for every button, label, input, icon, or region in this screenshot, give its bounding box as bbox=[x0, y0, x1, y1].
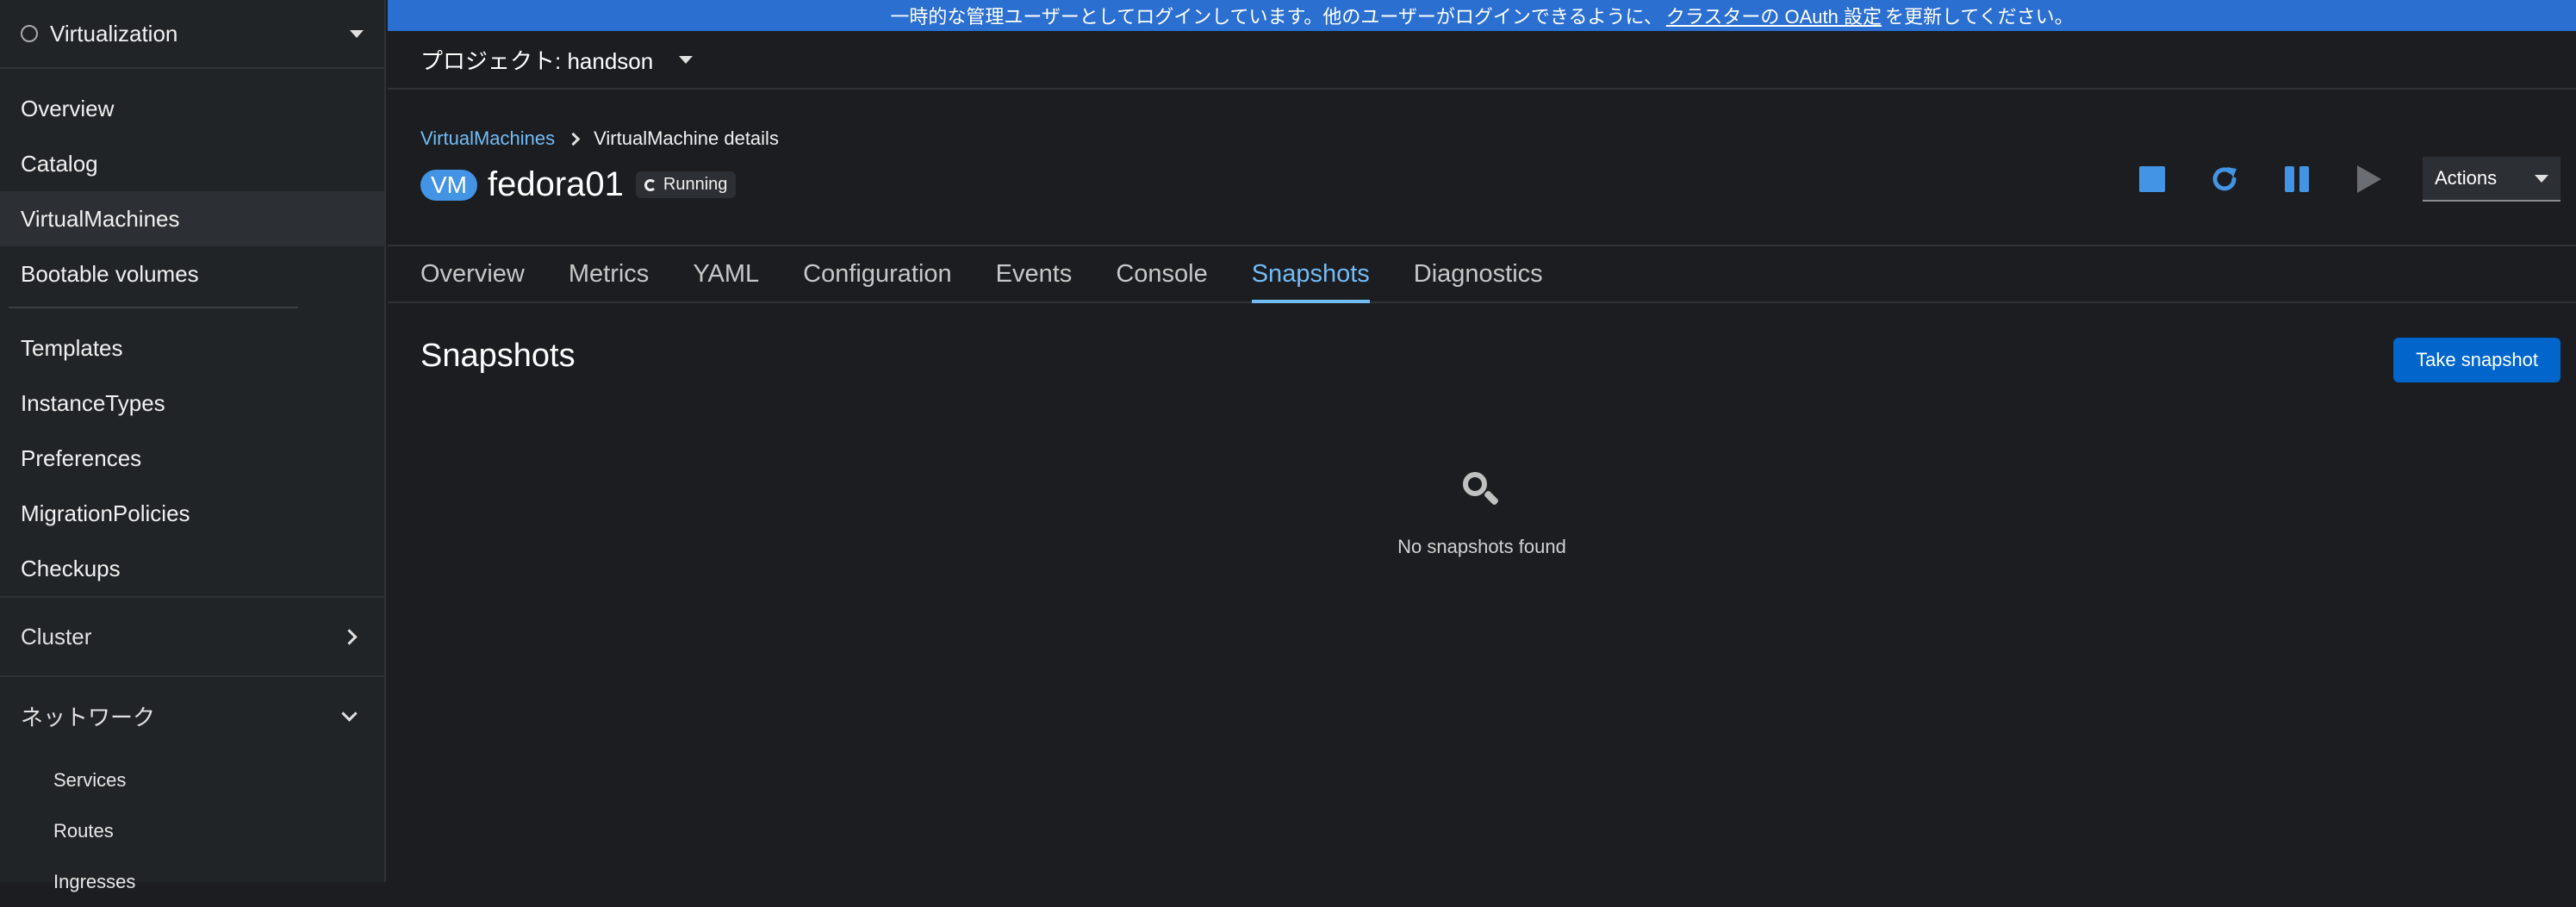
caret-down-icon bbox=[2535, 174, 2548, 183]
sidebar-item-bootable-volumes[interactable]: Bootable volumes bbox=[0, 246, 384, 301]
chevron-right-icon bbox=[341, 628, 358, 645]
sidebar-item-routes[interactable]: Routes bbox=[0, 805, 384, 856]
page-title-row: VM fedora01 Running bbox=[420, 165, 737, 204]
detail-tabs: Overview Metrics YAML Configuration Even… bbox=[388, 246, 2576, 303]
vm-action-toolbar: Actions bbox=[2116, 152, 2576, 207]
tab-diagnostics[interactable]: Diagnostics bbox=[1414, 246, 1543, 301]
section-label: Cluster bbox=[21, 623, 92, 649]
pause-icon bbox=[2285, 166, 2309, 192]
caret-down-icon bbox=[350, 29, 364, 38]
restart-button[interactable] bbox=[2188, 152, 2261, 207]
sidebar-section-cluster[interactable]: Cluster bbox=[0, 596, 384, 675]
empty-state-text: No snapshots found bbox=[1397, 536, 1566, 557]
banner-text-end: を更新してください。 bbox=[1884, 6, 2074, 28]
stop-icon bbox=[2139, 166, 2165, 192]
sidebar-item-label: Bootable volumes bbox=[21, 260, 199, 287]
sync-icon bbox=[644, 178, 656, 191]
start-button[interactable] bbox=[2333, 152, 2405, 207]
tab-yaml[interactable]: YAML bbox=[693, 246, 759, 301]
sidebar-item-templates[interactable]: Templates bbox=[0, 320, 384, 376]
sidebar-item-preferences[interactable]: Preferences bbox=[0, 431, 384, 486]
breadcrumb-link-virtualmachines[interactable]: VirtualMachines bbox=[420, 127, 555, 150]
perspective-switcher[interactable]: Virtualization bbox=[0, 0, 384, 69]
caret-down-icon bbox=[679, 55, 694, 64]
chevron-down-icon bbox=[341, 705, 358, 722]
sidebar-item-migrationpolicies[interactable]: MigrationPolicies bbox=[0, 486, 384, 541]
chevron-right-icon bbox=[566, 132, 581, 146]
banner-oauth-link[interactable]: クラスターの OAuth 設定 bbox=[1666, 2, 1882, 29]
take-snapshot-button[interactable]: Take snapshot bbox=[2393, 338, 2560, 382]
cluster-banner: 一時的な管理ユーザーとしてログインしています。他のユーザーがログインできるように… bbox=[388, 0, 2576, 31]
perspective-icon bbox=[21, 25, 38, 42]
pause-button[interactable] bbox=[2261, 152, 2333, 207]
sidebar-item-instancetypes[interactable]: InstanceTypes bbox=[0, 376, 384, 431]
sidebar-item-label: Templates bbox=[21, 334, 123, 361]
section-label: ネットワーク bbox=[21, 704, 156, 730]
sidebar-item-virtualmachines[interactable]: VirtualMachines bbox=[0, 191, 384, 246]
tab-metrics[interactable]: Metrics bbox=[569, 246, 649, 301]
section-title: Snapshots bbox=[420, 338, 576, 374]
sidebar-item-catalog[interactable]: Catalog bbox=[0, 136, 384, 191]
sidebar-item-overview[interactable]: Overview bbox=[0, 81, 384, 136]
tab-console[interactable]: Console bbox=[1116, 246, 1207, 301]
sidebar-item-label: VirtualMachines bbox=[21, 205, 180, 232]
sidebar-item-services[interactable]: Services bbox=[0, 755, 384, 805]
banner-text: 一時的な管理ユーザーとしてログインしています。他のユーザーがログインできるように… bbox=[890, 6, 1663, 28]
breadcrumb: VirtualMachines VirtualMachine details bbox=[420, 127, 779, 150]
sidebar-item-label: Routes bbox=[53, 819, 114, 842]
page-title: fedora01 bbox=[488, 165, 624, 203]
actions-dropdown[interactable]: Actions bbox=[2423, 157, 2560, 202]
sidebar-item-label: MigrationPolicies bbox=[21, 500, 190, 526]
snapshots-panel: Snapshots Take snapshot No snapshots fou… bbox=[388, 303, 2576, 880]
project-label: プロジェクト: handson bbox=[420, 47, 654, 74]
empty-state: No snapshots found bbox=[388, 472, 2576, 558]
sidebar-item-label: InstanceTypes bbox=[21, 389, 165, 416]
sidebar-item-label: Services bbox=[53, 768, 127, 791]
restart-icon bbox=[2212, 167, 2237, 191]
nav-divider bbox=[9, 307, 298, 308]
actions-label: Actions bbox=[2435, 167, 2498, 189]
stop-button[interactable] bbox=[2116, 152, 2188, 207]
tab-events[interactable]: Events bbox=[996, 246, 1073, 301]
sidebar-section-network[interactable]: ネットワーク bbox=[0, 675, 384, 755]
sidebar-item-label: Overview bbox=[21, 95, 115, 121]
sidebar-item-label: Checkups bbox=[21, 555, 121, 581]
tab-configuration[interactable]: Configuration bbox=[803, 246, 952, 301]
breadcrumb-current: VirtualMachine details bbox=[594, 127, 779, 149]
play-icon bbox=[2357, 165, 2381, 193]
sidebar: Virtualization Overview Catalog VirtualM… bbox=[0, 0, 386, 892]
status-badge: Running bbox=[635, 171, 737, 198]
perspective-label: Virtualization bbox=[50, 20, 178, 47]
sidebar-item-checkups[interactable]: Checkups bbox=[0, 541, 384, 596]
project-selector[interactable]: プロジェクト: handson bbox=[388, 31, 2576, 90]
main-area: 一時的な管理ユーザーとしてログインしています。他のユーザーがログインできるように… bbox=[388, 0, 2576, 882]
tab-overview[interactable]: Overview bbox=[420, 246, 525, 301]
search-icon bbox=[1463, 472, 1501, 510]
sidebar-item-label: Preferences bbox=[21, 444, 142, 471]
sidebar-item-label: Catalog bbox=[21, 150, 98, 177]
status-text: Running bbox=[663, 175, 728, 194]
tab-snapshots[interactable]: Snapshots bbox=[1251, 246, 1370, 303]
page-header: VirtualMachines VirtualMachine details V… bbox=[388, 90, 2576, 246]
resource-badge: VM bbox=[420, 169, 477, 201]
